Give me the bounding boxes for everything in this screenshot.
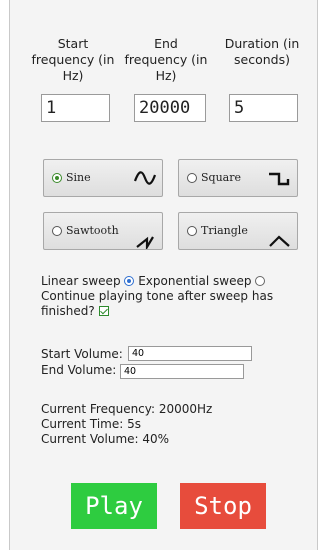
- duration-label: Duration (in seconds): [224, 36, 300, 67]
- play-button[interactable]: Play: [71, 483, 157, 529]
- duration-input[interactable]: [229, 94, 298, 122]
- end-volume-input[interactable]: [120, 364, 244, 379]
- sine-radio[interactable]: [52, 173, 62, 183]
- sweep-options-row: Linear sweep Exponential sweep: [41, 274, 266, 289]
- tone-generator-panel: Start frequency (in Hz) End frequency (i…: [9, 0, 318, 550]
- square-wave-button[interactable]: Square: [178, 159, 298, 197]
- current-volume-text: Current Volume: 40%: [41, 432, 170, 446]
- triangle-wave-button[interactable]: Triangle: [178, 212, 298, 250]
- linear-sweep-radio[interactable]: [124, 276, 135, 286]
- start-frequency-input[interactable]: [41, 94, 110, 122]
- current-frequency-text: Current Frequency: 20000Hz: [41, 402, 213, 416]
- exponential-sweep-label: Exponential sweep: [138, 274, 252, 288]
- sine-label: Sine: [66, 171, 91, 184]
- end-frequency-label: End frequency (in Hz): [124, 36, 208, 83]
- triangle-radio[interactable]: [187, 226, 197, 236]
- sawtooth-label: Sawtooth: [66, 224, 119, 237]
- sawtooth-wave-icon: [136, 236, 154, 249]
- triangle-label: Triangle: [201, 224, 248, 237]
- sawtooth-wave-button[interactable]: Sawtooth: [43, 212, 163, 250]
- square-radio[interactable]: [187, 173, 197, 183]
- sine-wave-icon: [134, 171, 156, 185]
- square-wave-icon: [269, 172, 290, 186]
- stop-button[interactable]: Stop: [180, 483, 266, 529]
- sine-wave-button[interactable]: Sine: [43, 159, 163, 197]
- start-volume-label: Start Volume:: [41, 347, 123, 361]
- triangle-wave-icon: [269, 235, 290, 247]
- continue-playing-row: Continue playing tone after sweep has fi…: [41, 289, 291, 319]
- current-time-text: Current Time: 5s: [41, 417, 141, 431]
- end-volume-label: End Volume:: [41, 363, 117, 377]
- start-volume-input[interactable]: [128, 346, 252, 361]
- start-frequency-label: Start frequency (in Hz): [31, 36, 115, 83]
- continue-playing-checkbox[interactable]: [98, 306, 109, 316]
- sawtooth-radio[interactable]: [52, 226, 62, 236]
- continue-playing-label: Continue playing tone after sweep has fi…: [41, 289, 274, 318]
- exponential-sweep-radio[interactable]: [255, 276, 266, 286]
- linear-sweep-label: Linear sweep: [41, 274, 121, 288]
- end-frequency-input[interactable]: [134, 94, 206, 122]
- square-label: Square: [201, 171, 241, 184]
